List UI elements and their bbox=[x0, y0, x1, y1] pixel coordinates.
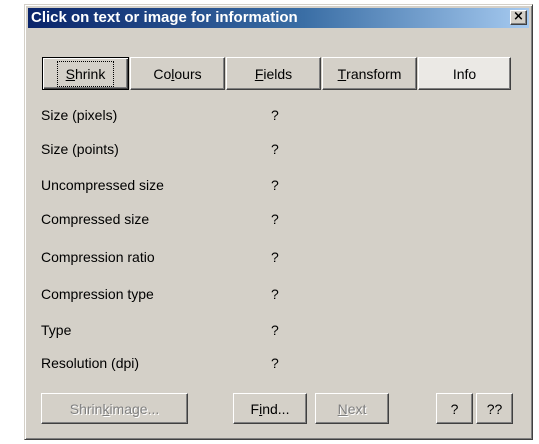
next-button[interactable]: Next bbox=[315, 393, 389, 424]
property-value: ? bbox=[271, 322, 279, 338]
info-dialog: Click on text or image for information ×… bbox=[24, 4, 533, 440]
help-label: ? bbox=[450, 400, 459, 417]
tab-shrink-accesskey: S bbox=[65, 65, 75, 82]
property-value: ? bbox=[271, 249, 279, 265]
title-bar[interactable]: Click on text or image for information × bbox=[28, 8, 529, 28]
tab-fields-label-post: ields bbox=[263, 65, 293, 82]
property-value: ? bbox=[271, 286, 279, 302]
find-label-pre: F bbox=[250, 400, 260, 417]
property-value: ? bbox=[271, 177, 279, 193]
tab-transform-accesskey: T bbox=[337, 65, 347, 82]
tab-shrink-focus: Shrink bbox=[56, 60, 115, 87]
property-label: Type bbox=[41, 322, 72, 338]
tab-colours-label-pre: Co bbox=[153, 65, 172, 82]
more-help-button[interactable]: ?? bbox=[476, 393, 513, 424]
tab-info[interactable]: Info bbox=[418, 57, 511, 90]
property-value: ? bbox=[271, 107, 279, 123]
more-help-label: ?? bbox=[486, 400, 503, 417]
tab-fields-accesskey: F bbox=[254, 65, 264, 82]
property-label: Uncompressed size bbox=[41, 177, 164, 193]
next-accesskey: N bbox=[337, 400, 348, 417]
window-title: Click on text or image for information bbox=[31, 9, 298, 26]
property-label: Size (points) bbox=[41, 141, 119, 157]
property-label: Resolution (dpi) bbox=[41, 355, 140, 371]
shrink-image-button[interactable]: Shrin k image... bbox=[41, 393, 188, 424]
shrink-image-label-pre: Shrin bbox=[69, 400, 103, 417]
property-value: ? bbox=[271, 141, 279, 157]
shrink-image-accesskey: k bbox=[102, 400, 110, 417]
tab-shrink-label-post: hrink bbox=[74, 65, 106, 82]
property-value: ? bbox=[271, 211, 279, 227]
tab-colours[interactable]: Co l ours bbox=[130, 57, 225, 90]
property-label: Size (pixels) bbox=[41, 107, 118, 123]
tab-transform-label-post: ransform bbox=[346, 65, 402, 82]
tab-fields[interactable]: Fields bbox=[226, 57, 321, 90]
close-icon: × bbox=[513, 9, 524, 24]
shrink-image-label-post: image... bbox=[109, 400, 160, 417]
close-button[interactable]: × bbox=[510, 10, 527, 25]
property-label: Compression ratio bbox=[41, 249, 155, 265]
tab-colours-label-post: ours bbox=[174, 65, 202, 82]
property-label: Compressed size bbox=[41, 211, 150, 227]
tab-info-label: Info bbox=[452, 65, 477, 82]
find-label-post: nd... bbox=[262, 400, 290, 417]
find-button[interactable]: Fi nd... bbox=[233, 393, 307, 424]
tab-shrink[interactable]: Shrink bbox=[42, 57, 129, 90]
next-label-post: ext bbox=[347, 400, 367, 417]
tab-bar: Shrink Co l ours Fields Transform Info bbox=[42, 57, 512, 90]
tab-transform[interactable]: Transform bbox=[322, 57, 417, 90]
property-value: ? bbox=[271, 355, 279, 371]
help-button[interactable]: ? bbox=[436, 393, 473, 424]
property-label: Compression type bbox=[41, 286, 154, 302]
